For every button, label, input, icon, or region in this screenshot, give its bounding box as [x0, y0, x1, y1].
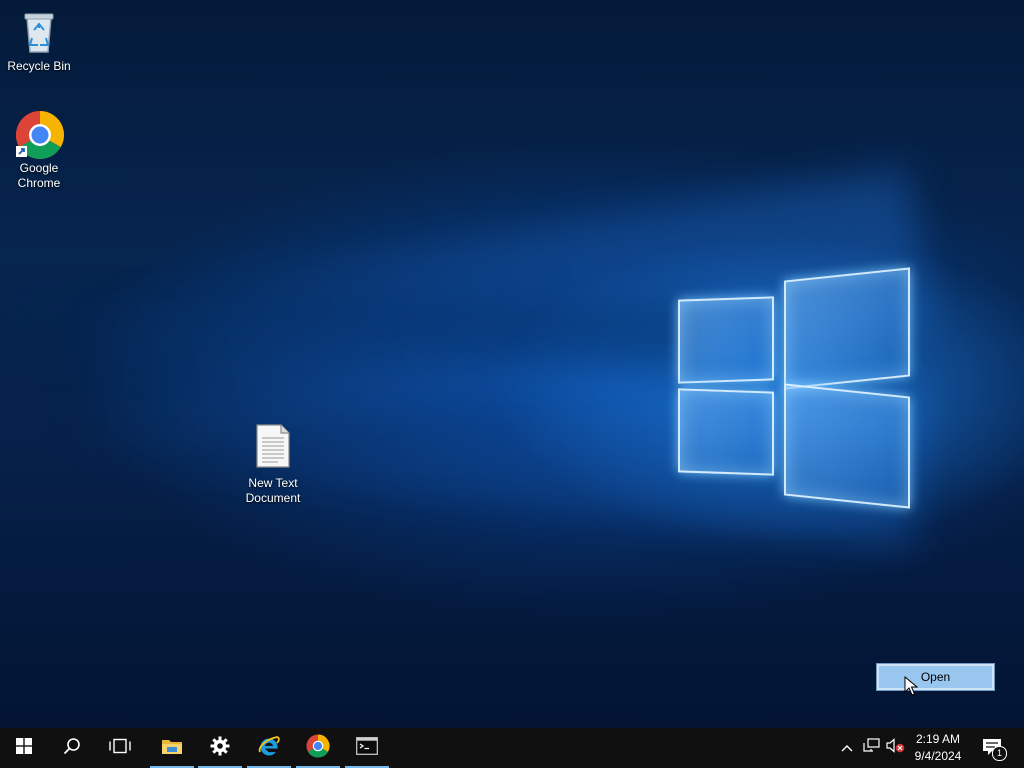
- notification-count-badge: 1: [992, 746, 1007, 761]
- logo-pane: [784, 383, 910, 509]
- taskbar-clock[interactable]: 2:19 AM 9/4/2024: [904, 731, 972, 765]
- task-view-icon: [109, 738, 131, 759]
- chevron-up-icon: [841, 739, 853, 757]
- internet-explorer-icon: [257, 735, 281, 762]
- chrome-icon: [306, 733, 330, 763]
- settings-gear-icon: [210, 736, 230, 761]
- desktop-background[interactable]: Recycle Bin Google Chrome New Text Docum…: [0, 0, 1024, 728]
- task-view-button[interactable]: [96, 728, 144, 768]
- taskbar-chrome[interactable]: [294, 728, 342, 768]
- mouse-cursor-icon: [904, 675, 919, 696]
- notification-icon: 1: [982, 738, 1007, 761]
- logo-pane: [678, 296, 774, 384]
- taskbar-internet-explorer[interactable]: [245, 728, 293, 768]
- desktop-icon-label: Google Chrome: [17, 161, 61, 190]
- volume-muted-icon: [885, 738, 905, 758]
- file-explorer-icon: [161, 737, 183, 760]
- network-icon: [862, 738, 880, 758]
- search-icon: [63, 737, 81, 760]
- clock-date: 9/4/2024: [914, 749, 962, 763]
- taskbar: 2:19 AM 9/4/2024 1: [0, 728, 1024, 768]
- desktop-icon-google-chrome[interactable]: Google Chrome: [1, 110, 77, 191]
- taskbar-settings[interactable]: [196, 728, 244, 768]
- taskbar-file-explorer[interactable]: [148, 728, 196, 768]
- action-center-button[interactable]: 1: [978, 728, 1008, 768]
- show-hidden-icons-button[interactable]: [836, 728, 858, 768]
- open-menu-item[interactable]: Open: [877, 664, 994, 690]
- desktop-icon-label: Recycle Bin: [7, 59, 71, 73]
- command-prompt-icon: [356, 736, 378, 760]
- network-status-button[interactable]: [860, 728, 882, 768]
- text-document-icon: [253, 424, 293, 468]
- desktop-icon-new-text-document[interactable]: New Text Document: [235, 424, 311, 506]
- windows-logo-wallpaper: [672, 267, 917, 509]
- search-button[interactable]: [48, 728, 96, 768]
- desktop-icon-label: New Text Document: [245, 476, 301, 505]
- taskbar-command-prompt[interactable]: [343, 728, 391, 768]
- chrome-icon: [15, 110, 65, 160]
- volume-button[interactable]: [884, 728, 906, 768]
- windows-start-icon: [16, 737, 32, 759]
- logo-pane: [678, 388, 774, 476]
- desktop-icon-recycle-bin[interactable]: Recycle Bin: [1, 8, 77, 74]
- light-beam: [0, 300, 700, 370]
- recycle-bin-icon: [15, 8, 63, 56]
- logo-pane: [784, 267, 910, 390]
- clock-time: 2:19 AM: [915, 732, 961, 746]
- start-button[interactable]: [0, 728, 48, 768]
